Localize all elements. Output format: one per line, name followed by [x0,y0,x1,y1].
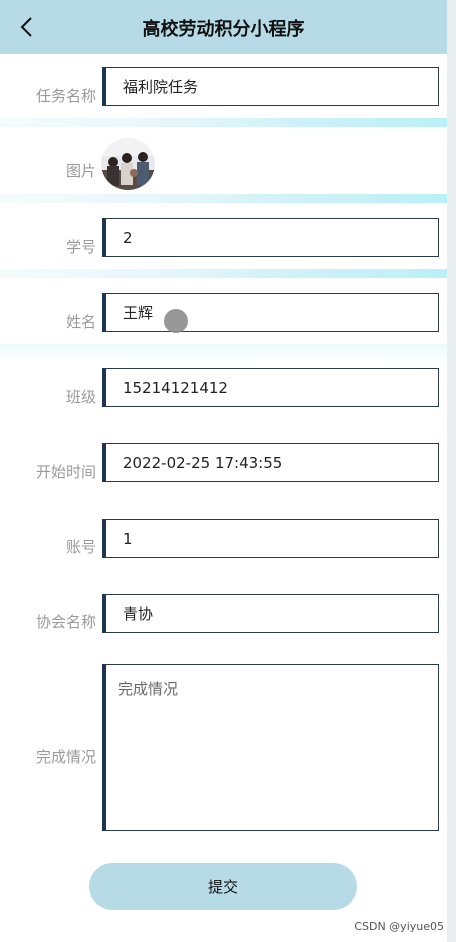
watermark: CSDN @yiyue05 [354,920,444,933]
navigation-bar: 高校劳动积分小程序 [0,0,447,54]
completion-label: 完成情况 [35,748,96,766]
account-field[interactable]: 1 [102,519,439,558]
window-edge [447,0,456,942]
student-id-label: 学号 [65,238,96,256]
image-label: 图片 [65,162,96,180]
association-label: 协会名称 [35,613,96,631]
start-time-label: 开始时间 [35,463,96,481]
student-id-field[interactable]: 2 [102,218,439,257]
row-divider [0,194,447,203]
task-name-label: 任务名称 [35,87,96,105]
name-label: 姓名 [65,313,96,331]
task-name-field[interactable]: 福利院任务 [102,67,439,106]
page-title: 高校劳动积分小程序 [142,19,305,40]
name-field[interactable]: 王辉 [102,293,439,332]
touch-cursor [164,309,188,333]
app-screen: 高校劳动积分小程序 任务名称 福利院任务 图片 学号 2 姓名 王辉 班级 15… [0,0,447,942]
start-time-field[interactable]: 2022-02-25 17:43:55 [102,443,439,482]
account-label: 账号 [65,538,96,556]
submit-button[interactable]: 提交 [89,863,357,910]
row-divider [0,269,447,278]
class-field[interactable]: 15214121412 [102,368,439,407]
association-field[interactable]: 青协 [102,594,439,633]
class-label: 班级 [65,388,96,406]
row-divider [0,118,447,127]
photo-image [101,138,155,190]
task-photo[interactable] [101,138,155,190]
row-divider [0,344,447,362]
completion-textarea[interactable]: 完成情况 [102,664,439,831]
